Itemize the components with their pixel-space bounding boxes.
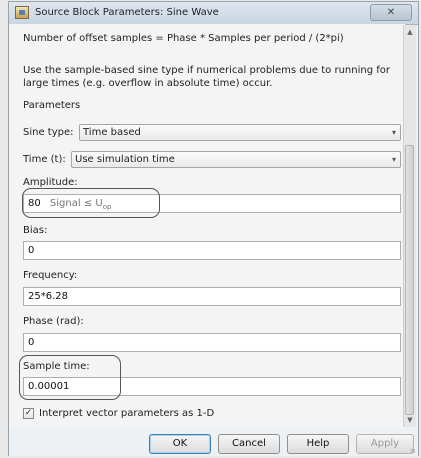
sample-time-input[interactable]: 0.00001 (23, 377, 401, 396)
amplitude-annotation: Signal ≤ Uop (49, 198, 112, 211)
bias-input[interactable]: 0 (23, 241, 401, 260)
time-label: Time (t): (23, 154, 66, 165)
amplitude-label: Amplitude: (23, 177, 78, 188)
sample-time-label: Sample time: (23, 361, 90, 372)
close-button[interactable]: ✕ (370, 4, 412, 21)
phase-input[interactable]: 0 (23, 333, 401, 352)
apply-button[interactable]: Apply (356, 434, 414, 454)
time-select[interactable]: Use simulation time ▾ (71, 151, 401, 168)
chevron-down-icon: ▾ (391, 128, 396, 137)
sine-type-select[interactable]: Time based ▾ (79, 124, 401, 141)
cancel-button[interactable]: Cancel (218, 434, 280, 454)
frequency-input[interactable]: 25*6.28 (23, 287, 401, 306)
bias-label: Bias: (23, 225, 48, 236)
bias-value: 0 (28, 245, 35, 256)
window-title: Source Block Parameters: Sine Wave (35, 7, 219, 18)
block-icon (15, 6, 29, 19)
vertical-scrollbar[interactable]: ▲ ▼ (403, 25, 416, 427)
phase-label: Phase (rad): (23, 316, 84, 327)
resize-grip-icon[interactable]: ≡ (410, 447, 416, 455)
time-value: Use simulation time (75, 154, 175, 165)
description-body: Use the sample-based sine type if numeri… (23, 65, 390, 89)
button-bar: OK Cancel Help Apply ≡ (9, 428, 418, 456)
amplitude-input[interactable]: 80 Signal ≤ Uop (23, 194, 401, 213)
interpret-vector-checkbox[interactable]: ✓ (23, 408, 34, 419)
sine-type-label: Sine type: (23, 127, 74, 138)
parameters-section-label: Parameters (23, 100, 81, 111)
sample-time-value: 0.00001 (28, 381, 70, 392)
phase-value: 0 (28, 337, 35, 348)
amplitude-value: 80 (28, 198, 41, 209)
help-button[interactable]: Help (287, 434, 349, 454)
scroll-down-icon[interactable]: ▼ (406, 416, 414, 424)
ok-button[interactable]: OK (149, 434, 211, 454)
description-header: Number of offset samples = Phase * Sampl… (23, 33, 344, 44)
interpret-vector-label: Interpret vector parameters as 1-D (39, 408, 215, 419)
title-bar[interactable]: Source Block Parameters: Sine Wave ✕ (9, 2, 418, 25)
scroll-thumb[interactable] (405, 145, 414, 415)
dialog-window: Source Block Parameters: Sine Wave ✕ Num… (8, 1, 419, 456)
sine-type-value: Time based (83, 127, 141, 138)
dialog-content: Number of offset samples = Phase * Sampl… (9, 24, 405, 428)
frequency-value: 25*6.28 (28, 291, 68, 302)
scroll-up-icon[interactable]: ▲ (406, 28, 414, 36)
chevron-down-icon: ▾ (391, 155, 396, 164)
frequency-label: Frequency: (23, 270, 78, 281)
